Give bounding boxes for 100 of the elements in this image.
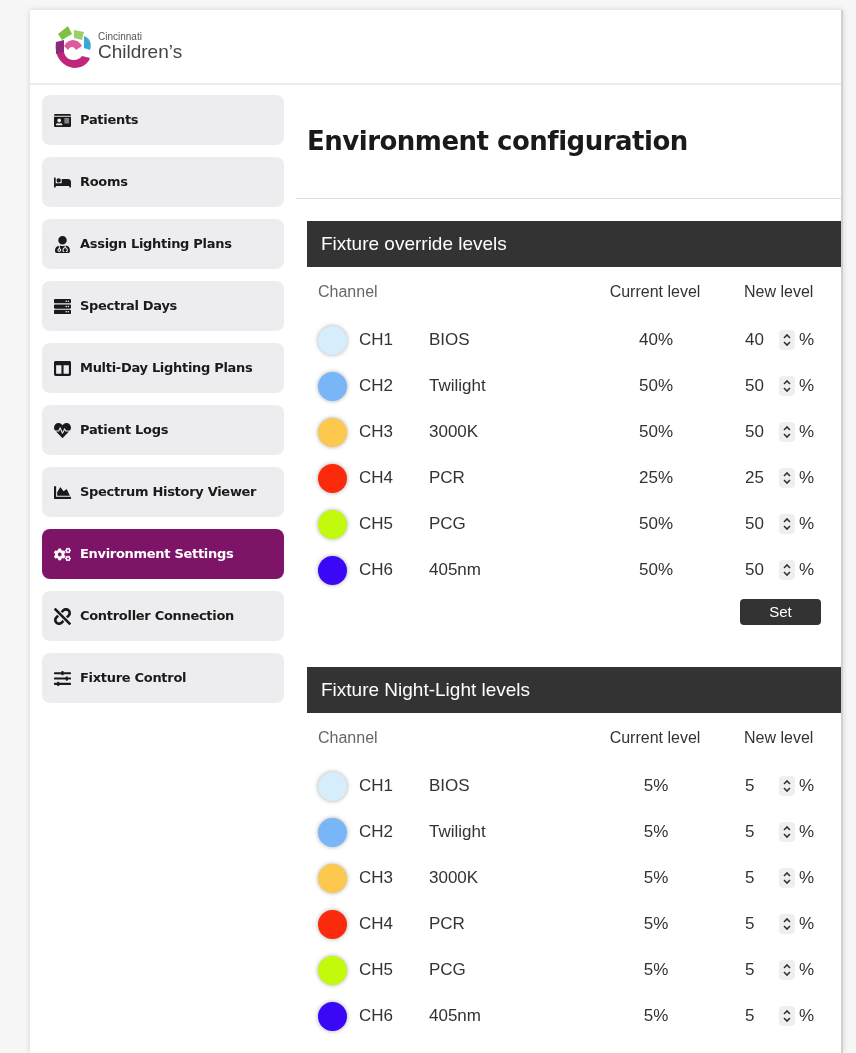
level-input[interactable]: 5 bbox=[745, 1003, 779, 1029]
channel-id: CH5 bbox=[359, 959, 394, 982]
unit-label: % bbox=[799, 867, 815, 890]
unit-label: % bbox=[799, 821, 815, 844]
sliders-icon bbox=[54, 669, 71, 687]
level-input[interactable]: 50 bbox=[745, 373, 779, 399]
level-input[interactable]: 25 bbox=[745, 465, 779, 491]
spinner-icon[interactable] bbox=[779, 960, 795, 980]
channel-id: CH4 bbox=[359, 913, 394, 936]
spinner-icon[interactable] bbox=[779, 560, 795, 580]
channel-id: CH3 bbox=[359, 421, 394, 444]
channel-name: 3000K bbox=[429, 867, 480, 890]
channel-name: PCR bbox=[429, 913, 466, 936]
logo-text: Children’s bbox=[98, 42, 183, 61]
column-header: Channel bbox=[318, 282, 379, 302]
level-input[interactable]: 50 bbox=[745, 557, 779, 583]
channel-name: BIOS bbox=[429, 329, 471, 352]
channel-id: CH5 bbox=[359, 513, 394, 536]
spinner-icon[interactable] bbox=[779, 822, 795, 842]
spinner-icon[interactable] bbox=[779, 376, 795, 396]
channel-id: CH1 bbox=[359, 775, 394, 798]
current-level: 5% bbox=[642, 775, 670, 798]
sidebar-item[interactable]: Fixture Control bbox=[42, 653, 284, 703]
level-input[interactable]: 5 bbox=[745, 773, 779, 799]
unit-label: % bbox=[799, 1005, 815, 1028]
channel-name: PCG bbox=[429, 513, 467, 536]
sidebar-item[interactable]: Patients bbox=[42, 95, 284, 145]
spinner-icon[interactable] bbox=[779, 868, 795, 888]
current-level: 5% bbox=[642, 959, 670, 982]
unit-label: % bbox=[799, 775, 815, 798]
spinner-icon[interactable] bbox=[779, 422, 795, 442]
spinner-icon[interactable] bbox=[779, 330, 795, 350]
spinner-icon[interactable] bbox=[779, 1006, 795, 1026]
person-icon bbox=[54, 235, 71, 253]
area-chart-icon bbox=[54, 483, 71, 501]
channel-name: Twilight bbox=[429, 821, 487, 844]
level-input[interactable]: 50 bbox=[745, 419, 779, 445]
channel-id: CH4 bbox=[359, 467, 394, 490]
section-header: Fixture Night-Light levels bbox=[307, 667, 841, 713]
level-input[interactable]: 50 bbox=[745, 511, 779, 537]
level-input[interactable]: 5 bbox=[745, 911, 779, 937]
current-level: 40% bbox=[638, 329, 674, 352]
current-level: 5% bbox=[642, 821, 670, 844]
channel-name: PCR bbox=[429, 467, 466, 490]
unit-label: % bbox=[799, 467, 815, 490]
unit-label: % bbox=[799, 513, 815, 536]
current-level: 50% bbox=[638, 559, 674, 582]
unit-label: % bbox=[799, 329, 815, 352]
unit-label: % bbox=[799, 421, 815, 444]
set-button[interactable]: Set bbox=[740, 599, 821, 625]
level-input[interactable]: 5 bbox=[745, 819, 779, 845]
level-input[interactable]: 40 bbox=[745, 327, 779, 353]
column-header: Current level bbox=[608, 728, 702, 748]
channel-id: CH2 bbox=[359, 375, 394, 398]
sidebar-item[interactable]: Rooms bbox=[42, 157, 284, 207]
column-header: New level bbox=[744, 728, 814, 748]
column-header: Current level bbox=[608, 282, 702, 302]
level-input[interactable]: 5 bbox=[745, 865, 779, 891]
channel-name: Twilight bbox=[429, 375, 487, 398]
current-level: 50% bbox=[638, 513, 674, 536]
current-level: 5% bbox=[642, 1005, 670, 1028]
broken-link-icon bbox=[54, 607, 71, 625]
current-level: 5% bbox=[642, 867, 670, 890]
channel-name: 405nm bbox=[429, 1005, 482, 1028]
section-header: Fixture override levels bbox=[307, 221, 841, 267]
sidebar-item[interactable]: Spectral Days bbox=[42, 281, 284, 331]
channel-name: 3000K bbox=[429, 421, 480, 444]
current-level: 50% bbox=[638, 421, 674, 444]
heartbeat-icon bbox=[54, 421, 71, 439]
level-input[interactable]: 5 bbox=[745, 957, 779, 983]
unit-label: % bbox=[799, 959, 815, 982]
current-level: 50% bbox=[638, 375, 674, 398]
column-header: New level bbox=[744, 282, 814, 302]
logo-text-small: Cincinnati bbox=[98, 32, 143, 42]
spinner-icon[interactable] bbox=[779, 914, 795, 934]
page-title: Environment configuration bbox=[307, 125, 688, 158]
spinner-icon[interactable] bbox=[779, 468, 795, 488]
sidebar-item[interactable]: Assign Lighting Plans bbox=[42, 219, 284, 269]
channel-id: CH6 bbox=[359, 1005, 394, 1028]
sidebar-item[interactable]: Patient Logs bbox=[42, 405, 284, 455]
column-header: Channel bbox=[318, 728, 379, 748]
columns-icon bbox=[54, 359, 71, 377]
sidebar-item[interactable]: Multi-Day Lighting Plans bbox=[42, 343, 284, 393]
unit-label: % bbox=[799, 913, 815, 936]
gears-icon bbox=[54, 545, 71, 563]
channel-name: BIOS bbox=[429, 775, 471, 798]
current-level: 25% bbox=[638, 467, 674, 490]
stacked-bars-icon bbox=[54, 297, 71, 315]
spinner-icon[interactable] bbox=[779, 514, 795, 534]
sidebar-item[interactable]: Environment Settings bbox=[42, 529, 284, 579]
sidebar-item[interactable]: Controller Connection bbox=[42, 591, 284, 641]
channel-name: 405nm bbox=[429, 559, 482, 582]
channel-id: CH2 bbox=[359, 821, 394, 844]
channel-id: CH6 bbox=[359, 559, 394, 582]
sidebar-item[interactable]: Spectrum History Viewer bbox=[42, 467, 284, 517]
spinner-icon[interactable] bbox=[779, 776, 795, 796]
channel-id: CH3 bbox=[359, 867, 394, 890]
current-level: 5% bbox=[642, 913, 670, 936]
unit-label: % bbox=[799, 375, 815, 398]
channel-id: CH1 bbox=[359, 329, 394, 352]
